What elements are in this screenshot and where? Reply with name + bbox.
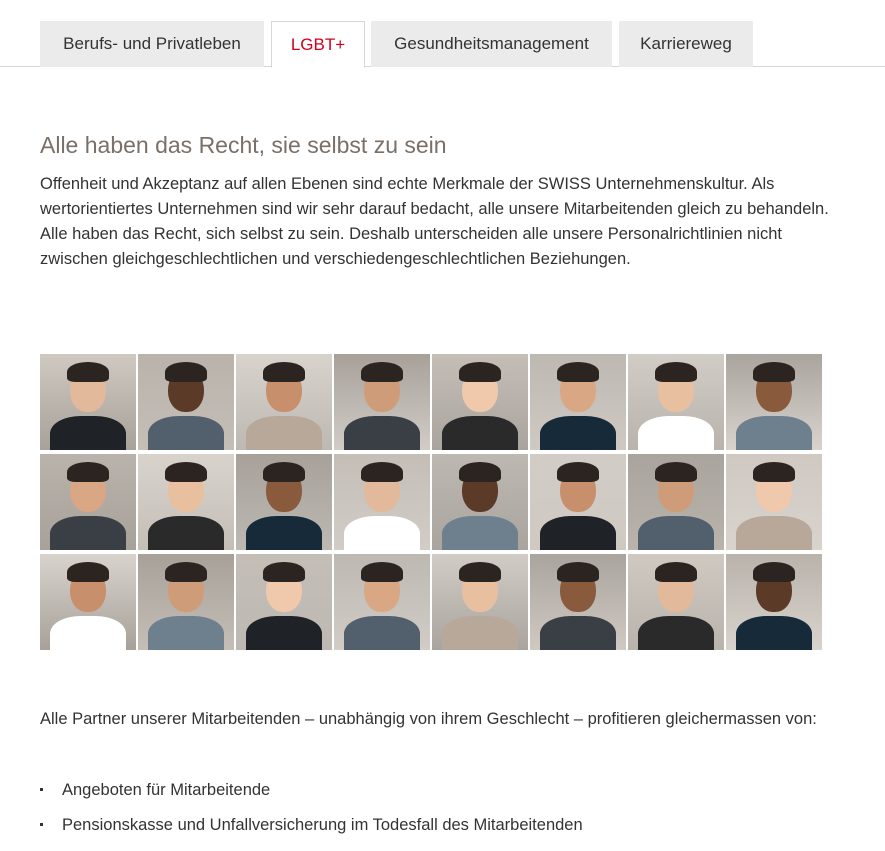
employee-portrait [628,554,724,650]
employee-portrait [530,454,626,550]
employee-portrait [628,354,724,450]
tab-gesundheitsmanagement[interactable]: Gesundheitsmanagement [371,21,612,67]
employee-portrait [334,454,430,550]
employee-portrait [530,354,626,450]
benefits-list: Angeboten für Mitarbeitende Pensionskass… [40,778,583,848]
employee-portrait [726,454,822,550]
bullet-icon [40,788,43,791]
employee-portrait [726,354,822,450]
intro-paragraph: Offenheit und Akzeptanz auf allen Ebenen… [40,175,829,268]
employee-portrait [40,354,136,450]
employee-portrait [40,554,136,650]
employee-portrait [432,454,528,550]
tab-berufs-und-privatleben[interactable]: Berufs- und Privatleben [40,21,264,67]
employee-portrait [236,454,332,550]
employee-portrait [138,554,234,650]
employee-portrait [726,554,822,650]
employee-portrait [334,554,430,650]
partner-benefits-paragraph: Alle Partner unserer Mitarbeitenden – un… [40,710,817,728]
employee-portrait [432,554,528,650]
list-item: Pensionskasse und Unfallversicherung im … [40,813,583,848]
employee-portrait [530,554,626,650]
employee-portrait [138,454,234,550]
section-title: Alle haben das Recht, sie selbst zu sein [40,132,447,158]
tab-karriereweg[interactable]: Karriereweg [619,21,753,67]
employee-portrait [432,354,528,450]
employee-portrait [236,554,332,650]
employee-portrait [334,354,430,450]
tab-bar: Berufs- und Privatleben LGBT+ Gesundheit… [0,0,885,68]
employee-portrait [138,354,234,450]
bullet-icon [40,823,43,826]
list-item: Angeboten für Mitarbeitende [40,778,583,813]
tab-lgbt[interactable]: LGBT+ [271,21,365,68]
employee-portrait [40,454,136,550]
employee-portrait-grid [40,354,822,650]
employee-portrait [236,354,332,450]
employee-portrait [628,454,724,550]
